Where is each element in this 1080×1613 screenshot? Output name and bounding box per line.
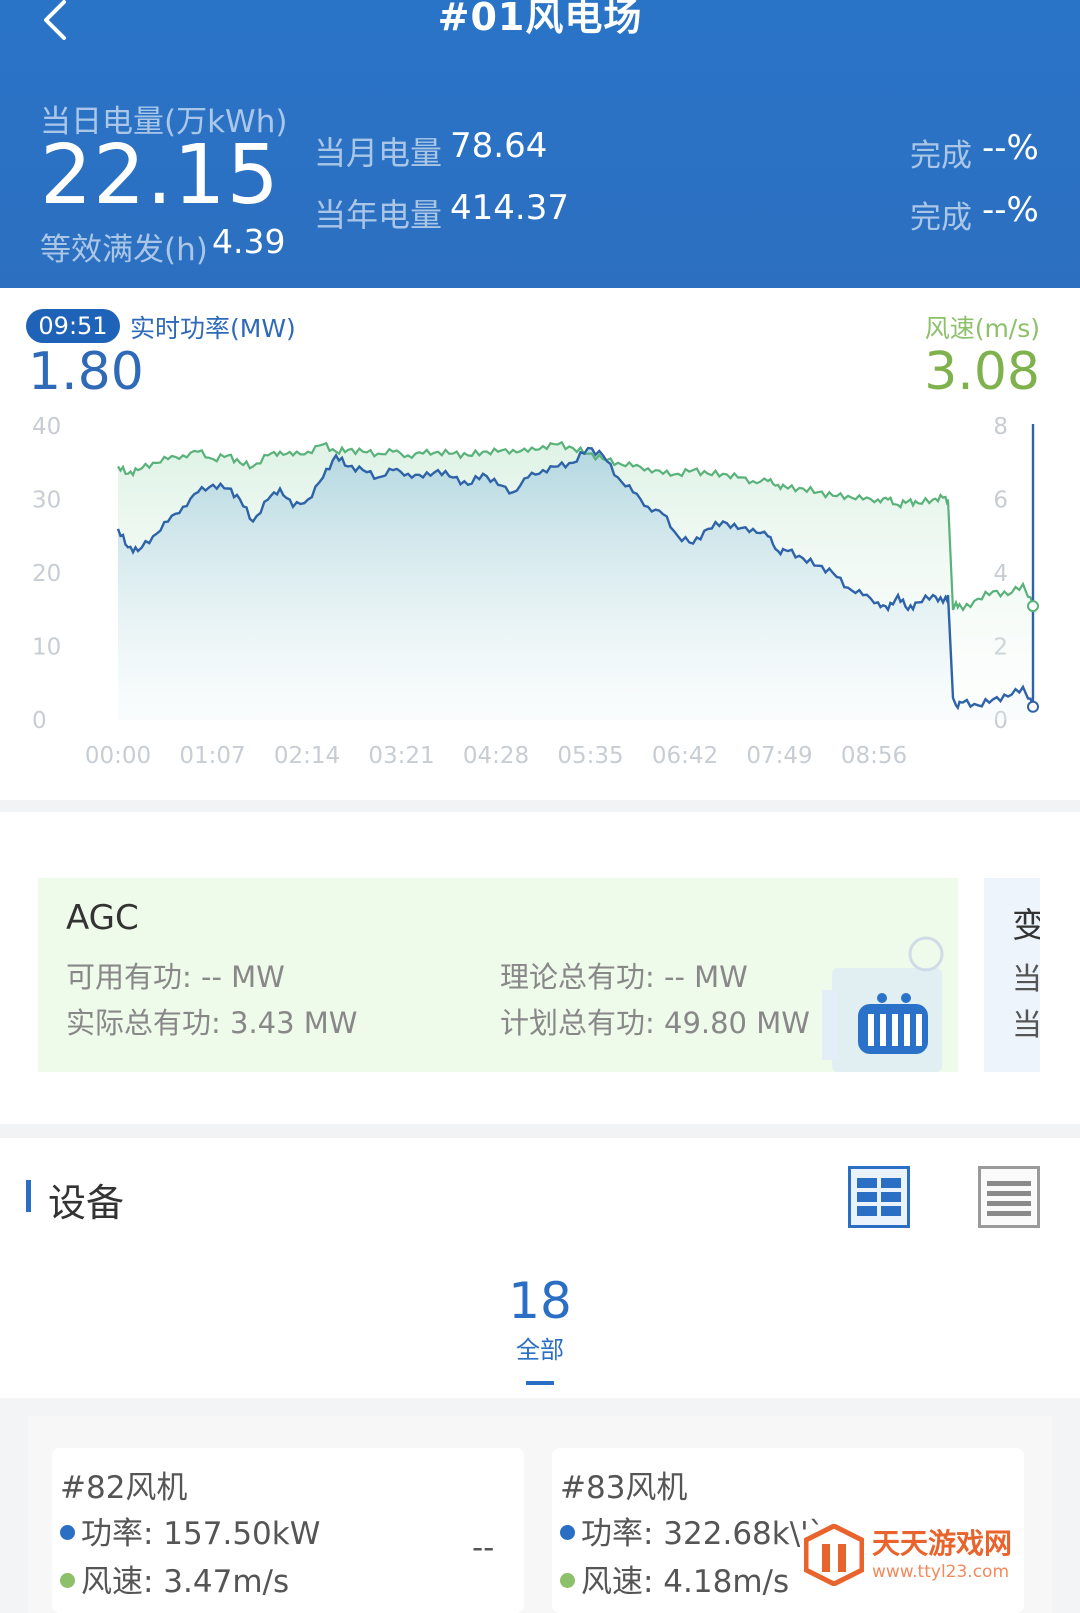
x-tick-label: 03:21 — [368, 743, 434, 769]
y-right-tick-label: 8 — [993, 414, 1008, 440]
agc-actual-power: 实际总有功: 3.43 MW — [66, 1006, 358, 1040]
x-tick-label: 06:42 — [652, 743, 718, 769]
transformer-card[interactable]: 变 当 当 — [984, 878, 1040, 1072]
agc-theory-power: 理论总有功: -- MW — [500, 960, 748, 994]
agc-available-power: 可用有功: -- MW — [66, 960, 285, 994]
turbine-wind-row: 风速: 3.47m/s — [60, 1556, 289, 1601]
monthly-energy-label: 当月电量 — [314, 134, 443, 172]
devices-section-title: 设备 — [48, 1181, 125, 1225]
power-wind-chart[interactable]: 0102030400246800:0001:0702:1403:2104:280… — [0, 405, 1080, 795]
power-dot-icon — [560, 1525, 575, 1540]
grid-view-icon[interactable] — [848, 1166, 910, 1228]
equivalent-hours-value: 4.39 — [212, 222, 286, 261]
wind-speed-label: 风速(m/s) — [924, 314, 1040, 343]
wind-dot-icon — [60, 1573, 75, 1588]
wind-current-marker — [1027, 600, 1039, 613]
transformer-card-line-2: 当 — [1012, 1008, 1040, 1043]
power-current-marker — [1027, 700, 1039, 713]
monthly-completion-value: --% — [982, 128, 1039, 168]
agc-title: AGC — [66, 898, 139, 938]
equivalent-hours-label: 等效满发(h) — [40, 232, 208, 268]
turbine-power-row: 功率: 322.68k\'` — [560, 1508, 824, 1553]
turbine-card-82[interactable]: #82风机 功率: 157.50kW 风速: 3.47m/s -- — [52, 1448, 524, 1613]
turbine-status: -- — [472, 1530, 495, 1566]
x-tick-label: 01:07 — [179, 743, 245, 769]
turbine-name: #82风机 — [60, 1470, 188, 1506]
x-tick-label: 05:35 — [557, 743, 623, 769]
list-view-icon[interactable] — [978, 1166, 1040, 1228]
realtime-power-label: 实时功率(MW) — [130, 314, 296, 343]
section-divider — [0, 800, 1080, 812]
transformer-card-line-1: 当 — [1012, 962, 1040, 997]
agc-plan-power: 计划总有功: 49.80 MW — [500, 1006, 810, 1040]
section-divider — [0, 1124, 1080, 1138]
yearly-completion-value: --% — [982, 190, 1039, 230]
y-right-tick-label: 4 — [993, 561, 1008, 587]
yearly-energy-label: 当年电量 — [314, 196, 443, 234]
y-right-tick-label: 6 — [993, 488, 1008, 514]
device-count[interactable]: 18 — [0, 1272, 1080, 1330]
device-filter-all[interactable]: 全部 — [0, 1330, 1080, 1365]
turbine-wind: 风速: 3.47m/s — [81, 1564, 290, 1600]
realtime-power-value: 1.80 — [28, 342, 144, 402]
transformer-card-title: 变 — [1012, 906, 1040, 946]
watermark-text: 天天游戏网 — [872, 1527, 1013, 1560]
daily-energy-value: 22.15 — [40, 128, 280, 223]
turbine-wind: 风速: 4.18m/s — [581, 1564, 790, 1600]
y-left-tick-label: 10 — [32, 635, 61, 661]
wind-speed-value: 3.08 — [924, 342, 1040, 402]
agc-card[interactable]: AGC 可用有功: -- MW 实际总有功: 3.43 MW 理论总有功: --… — [38, 878, 958, 1072]
turbine-wind-row: 风速: 4.18m/s — [560, 1556, 789, 1601]
power-dot-icon — [60, 1525, 75, 1540]
section-accent-bar — [26, 1180, 31, 1212]
y-left-tick-label: 0 — [32, 708, 47, 734]
active-tab-underline — [526, 1381, 554, 1385]
y-left-tick-label: 30 — [32, 488, 61, 514]
watermark-url: www.ttyl23.com — [872, 1562, 1010, 1582]
turbine-power: 功率: 157.50kW — [81, 1516, 321, 1552]
monthly-energy-value: 78.64 — [450, 126, 548, 166]
turbine-name: #83风机 — [560, 1470, 688, 1506]
turbine-power: 功率: 322.68k\'` — [581, 1516, 825, 1552]
x-tick-label: 08:56 — [841, 743, 907, 769]
x-tick-label: 00:00 — [85, 743, 151, 769]
x-tick-label: 02:14 — [274, 743, 340, 769]
watermark-logo-icon — [804, 1524, 864, 1586]
turbine-power-row: 功率: 157.50kW — [60, 1508, 320, 1553]
wind-dot-icon — [560, 1573, 575, 1588]
monthly-completion-label: 完成 — [910, 138, 972, 174]
watermark: 天天游戏网 www.ttyl23.com — [804, 1520, 1064, 1610]
yearly-energy-value: 414.37 — [450, 188, 569, 228]
transformer-icon — [822, 936, 944, 1072]
x-tick-label: 04:28 — [463, 743, 529, 769]
header: #01风电场 当日电量(万kWh) 22.15 等效满发(h) 4.39 当月电… — [0, 0, 1080, 288]
yearly-completion-label: 完成 — [910, 200, 972, 236]
y-left-tick-label: 40 — [32, 414, 61, 440]
time-badge: 09:51 — [26, 309, 120, 343]
y-left-tick-label: 20 — [32, 561, 61, 587]
x-tick-label: 07:49 — [746, 743, 812, 769]
page-title: #01风电场 — [437, 0, 643, 39]
